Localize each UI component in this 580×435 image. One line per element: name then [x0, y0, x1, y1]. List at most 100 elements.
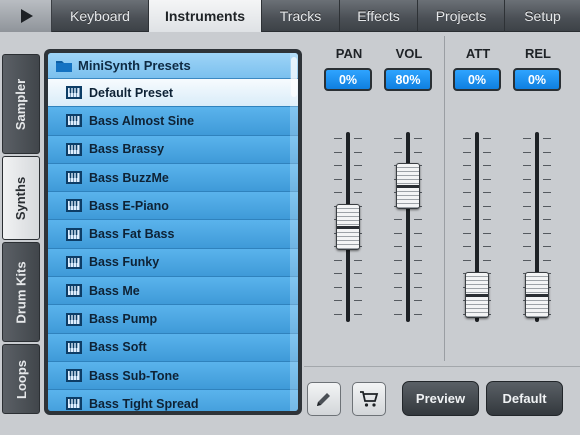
preset-list-item[interactable]: Bass Tight Spread: [48, 390, 298, 411]
preset-list-item[interactable]: Bass E-Piano: [48, 192, 298, 221]
att-fader[interactable]: [457, 132, 497, 322]
fader-tick: [523, 232, 531, 234]
side-tab-synths[interactable]: Synths: [2, 156, 40, 240]
fader-tick: [483, 192, 491, 193]
fader-tick: [523, 151, 531, 153]
fader-knob[interactable]: [336, 204, 360, 250]
fader-tick: [463, 138, 471, 139]
fader-tick: [483, 165, 491, 166]
fader-tick: [334, 165, 342, 166]
tab-setup[interactable]: Setup: [505, 0, 580, 32]
preset-list-item[interactable]: Bass Brassy: [48, 135, 298, 164]
fader-tick: [483, 219, 491, 220]
preset-name: Bass BuzzMe: [89, 170, 169, 185]
tab-instruments[interactable]: Instruments: [149, 0, 262, 32]
fader-tick: [334, 151, 342, 153]
shopping-cart-icon: [360, 391, 379, 407]
fader-tick: [543, 232, 551, 234]
fader-tick: [334, 178, 342, 180]
preset-name: Bass Almost Sine: [89, 113, 195, 128]
pan-value[interactable]: 0%: [324, 68, 372, 91]
preset-list[interactable]: MiniSynth Presets Default Preset Bass Alm…: [48, 53, 298, 411]
piano-keyboard-icon: [66, 369, 82, 383]
store-button[interactable]: [352, 382, 386, 416]
fader-tick: [523, 219, 531, 220]
fader-tick: [463, 165, 471, 166]
preset-name: Default Preset: [89, 85, 174, 100]
rel-fader[interactable]: [517, 132, 557, 322]
rel-value[interactable]: 0%: [513, 68, 561, 91]
att-label: ATT: [465, 46, 491, 61]
preset-name: Bass Fat Bass: [89, 227, 175, 242]
fader-tick: [483, 246, 491, 247]
fader-tick: [523, 192, 531, 193]
fader-tick: [354, 313, 362, 315]
piano-keyboard-icon: [66, 227, 82, 241]
fader-knob[interactable]: [465, 272, 489, 318]
preset-list-item[interactable]: Bass Me: [48, 277, 298, 306]
piano-keyboard-icon: [66, 171, 82, 185]
fader-tick: [334, 138, 342, 139]
piano-keyboard-icon: [66, 86, 82, 100]
preset-name: Bass Funky: [89, 255, 160, 270]
side-tab-loops[interactable]: Loops: [2, 344, 40, 414]
fader-tick: [543, 219, 551, 220]
fader-tick: [463, 232, 471, 234]
fader-tick: [394, 286, 402, 288]
att-value[interactable]: 0%: [453, 68, 501, 91]
fader-tick: [394, 259, 402, 261]
scrollbar-thumb[interactable]: [291, 57, 297, 97]
vol-fader[interactable]: [388, 132, 428, 322]
fader-tick: [394, 232, 402, 234]
preset-list-item[interactable]: Bass Soft: [48, 333, 298, 362]
preset-list-item[interactable]: Bass Pump: [48, 305, 298, 334]
preset-list-item[interactable]: Bass Sub-Tone: [48, 361, 298, 391]
fader-tick: [394, 273, 402, 274]
tab-effects[interactable]: Effects: [340, 0, 418, 32]
default-button[interactable]: Default: [486, 381, 563, 416]
side-tab-sampler[interactable]: Sampler: [2, 54, 40, 154]
preset-list-item[interactable]: Bass BuzzMe: [48, 163, 298, 193]
side-tab-drum-kits[interactable]: Drum Kits: [2, 242, 40, 342]
side-tab-label: Loops: [13, 359, 29, 399]
preview-button[interactable]: Preview: [402, 381, 479, 416]
tab-tracks[interactable]: Tracks: [262, 0, 340, 32]
edit-button[interactable]: [307, 382, 341, 416]
pencil-icon: [317, 393, 330, 406]
fader-tick: [463, 259, 471, 261]
fader-tick: [354, 151, 362, 153]
preset-name: Bass Brassy: [89, 142, 165, 157]
fader-knob[interactable]: [525, 272, 549, 318]
instrument-category-tabs: Sampler Synths Drum Kits Loops: [0, 54, 42, 414]
preset-list-scrollbar[interactable]: [290, 53, 298, 411]
fader-knob[interactable]: [396, 163, 420, 210]
vol-value[interactable]: 80%: [384, 68, 432, 91]
preset-list-item[interactable]: Bass Almost Sine: [48, 107, 298, 136]
fader-tick: [354, 286, 362, 288]
fader-tick: [334, 259, 342, 261]
fader-tick: [354, 300, 362, 301]
preset-folder-title: MiniSynth Presets: [78, 58, 191, 73]
fader-tick: [483, 205, 491, 207]
fader-tick: [463, 192, 471, 193]
fader-tick: [334, 313, 342, 315]
fader-tick: [543, 192, 551, 193]
tab-projects[interactable]: Projects: [418, 0, 505, 32]
play-button[interactable]: [0, 0, 52, 32]
folder-icon: [56, 61, 72, 72]
fader-tick: [334, 273, 342, 274]
tab-keyboard[interactable]: Keyboard: [52, 0, 149, 32]
preset-list-item[interactable]: Bass Funky: [48, 248, 298, 278]
pan-fader[interactable]: [328, 132, 368, 322]
fader-tick: [483, 138, 491, 139]
preset-list-panel: MiniSynth Presets Default Preset Bass Alm…: [44, 49, 302, 415]
toolbar-separator: [304, 366, 580, 367]
preset-name: Bass Tight Spread: [89, 396, 199, 411]
fader-track: [406, 132, 410, 322]
preset-list-item[interactable]: Default Preset: [48, 79, 298, 108]
preset-folder-header[interactable]: MiniSynth Presets: [48, 53, 298, 79]
preset-list-item[interactable]: Bass Fat Bass: [48, 220, 298, 249]
piano-keyboard-icon: [66, 340, 82, 354]
piano-keyboard-icon: [66, 397, 82, 411]
fader-tick: [414, 138, 422, 139]
